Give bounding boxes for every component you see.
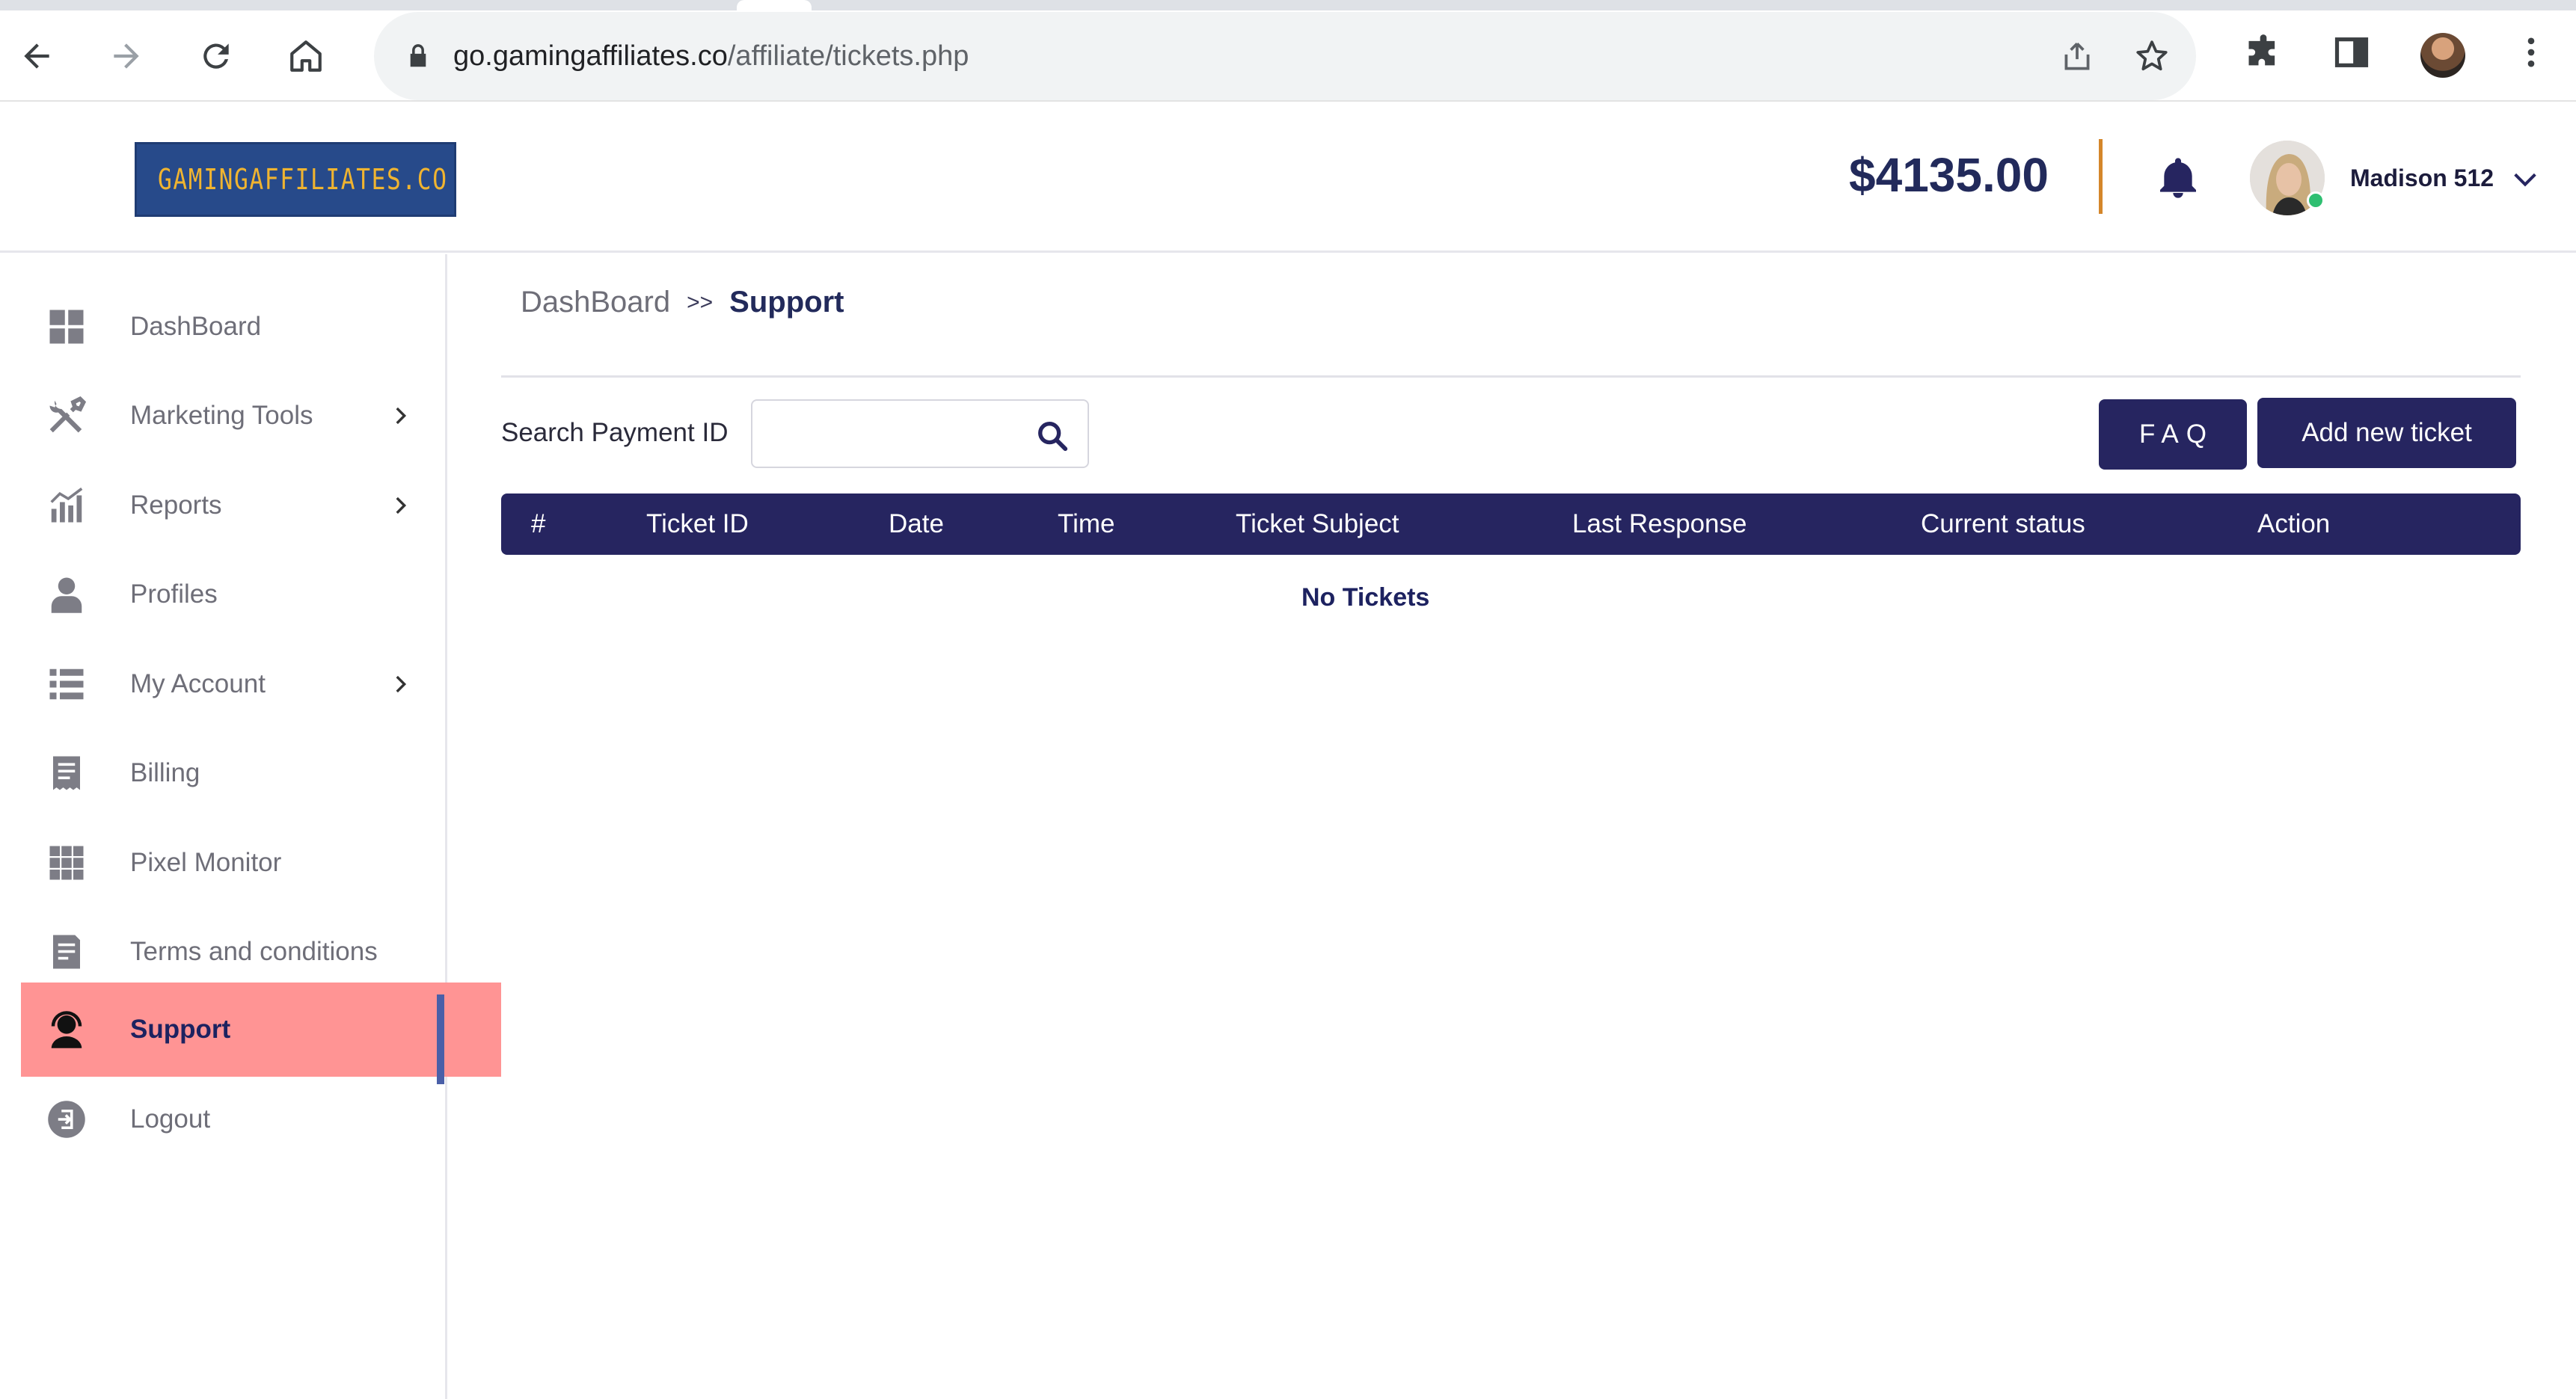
reload-icon [203, 43, 229, 69]
side-panel-icon [2334, 37, 2369, 67]
puzzle-icon [2248, 34, 2275, 66]
url-host: go.gamingaffiliates.co [453, 40, 728, 72]
star-icon[interactable] [2133, 37, 2171, 75]
url-path: /affiliate/tickets.php [727, 40, 969, 72]
empty-table-message: No Tickets [1301, 583, 1430, 612]
logout-icon [48, 1101, 85, 1138]
lock-icon [410, 44, 426, 67]
add-new-ticket-button[interactable]: Add new ticket [2257, 398, 2516, 468]
sidebar-item-label: Support [130, 1015, 231, 1044]
sidebar-item-my-account[interactable]: My Account [21, 637, 501, 731]
sidebar-item-label: DashBoard [130, 312, 262, 341]
search-label: Search Payment ID [501, 418, 729, 447]
sidebar-item-support[interactable]: Support [21, 983, 501, 1077]
chart-icon [50, 488, 83, 523]
column-header: Ticket ID [646, 509, 749, 538]
header-divider [2099, 139, 2103, 214]
content-divider [501, 375, 2521, 378]
dashboard-icon [49, 310, 84, 344]
chevron-right-icon [396, 496, 407, 514]
url-text[interactable]: go.gamingaffiliates.co/affiliate/tickets… [453, 36, 969, 76]
search-icon[interactable] [1035, 419, 1070, 453]
document-icon [53, 935, 80, 969]
receipt-icon [53, 756, 80, 790]
online-status-dot [2307, 191, 2325, 209]
sidebar-item-label: Marketing Tools [130, 401, 313, 430]
browser-profile-avatar[interactable] [2420, 33, 2465, 78]
tools-icon [49, 396, 87, 433]
column-header: Action [2257, 509, 2331, 538]
sidebar: DashBoard Marketing Tools Reports Profil… [0, 254, 501, 1399]
list-icon [49, 668, 84, 700]
search-box [751, 399, 1089, 468]
site-header: GAMINGAFFILIATES.CO $4135.00 Madison 512 [0, 103, 2576, 253]
account-balance: $4135.00 [1849, 148, 2049, 202]
column-header: Ticket Subject [1236, 509, 1399, 538]
user-icon [51, 577, 82, 613]
share-icon[interactable] [2058, 37, 2096, 75]
column-header: # [531, 509, 546, 538]
column-header: Date [889, 509, 944, 538]
browser-menu-button[interactable] [2510, 31, 2552, 73]
sidebar-item-label: Reports [130, 491, 222, 520]
bell-icon[interactable] [2154, 153, 2202, 203]
forward-arrow-icon [114, 43, 139, 69]
sidebar-item-profiles[interactable]: Profiles [21, 547, 501, 642]
sidebar-item-marketing-tools[interactable]: Marketing Tools [21, 369, 501, 463]
address-bar[interactable]: go.gamingaffiliates.co/affiliate/tickets… [374, 12, 2196, 100]
kebab-menu-icon [2527, 37, 2535, 67]
back-button[interactable] [10, 30, 63, 82]
sidebar-item-label: Profiles [130, 579, 218, 609]
chevron-right-icon [396, 407, 407, 425]
sidebar-item-label: Terms and conditions [130, 937, 378, 966]
home-button[interactable] [280, 30, 332, 82]
grid-icon [49, 846, 84, 880]
breadcrumb: DashBoard >> Support [521, 281, 844, 326]
sidebar-item-logout[interactable]: Logout [21, 1072, 501, 1166]
column-header: Time [1058, 509, 1115, 538]
active-indicator [437, 994, 444, 1084]
logo-text: GAMINGAFFILIATES.CO [158, 163, 448, 196]
sidebar-item-label: Pixel Monitor [130, 848, 282, 877]
side-panel-button[interactable] [2331, 31, 2373, 73]
search-input[interactable] [764, 413, 1019, 455]
sidebar-item-label: Billing [130, 758, 200, 787]
username[interactable]: Madison 512 [2350, 162, 2494, 194]
sidebar-item-billing[interactable]: Billing [21, 726, 501, 820]
reload-button[interactable] [190, 30, 242, 82]
active-tab[interactable] [737, 0, 812, 10]
sidebar-item-label: Logout [130, 1104, 211, 1134]
tab-strip [0, 0, 2576, 10]
column-header: Current status [1921, 509, 2085, 538]
faq-button[interactable]: FAQ [2099, 399, 2247, 470]
sidebar-item-pixel-monitor[interactable]: Pixel Monitor [21, 816, 501, 910]
home-icon [290, 40, 322, 72]
back-arrow-icon [24, 43, 49, 69]
chevron-right-icon [396, 675, 407, 693]
column-header: Last Response [1572, 509, 1747, 538]
forward-button[interactable] [100, 30, 153, 82]
sidebar-item-reports[interactable]: Reports [21, 458, 501, 553]
extensions-button[interactable] [2242, 31, 2284, 73]
breadcrumb-separator: >> [687, 290, 714, 315]
sidebar-item-dashboard[interactable]: DashBoard [21, 280, 501, 374]
headset-icon [51, 1011, 82, 1048]
tickets-table-header: # Ticket ID Date Time Ticket Subject Las… [501, 494, 2521, 555]
chevron-down-icon[interactable] [2510, 165, 2540, 194]
breadcrumb-dashboard-link[interactable]: DashBoard [521, 286, 670, 319]
site-logo[interactable]: GAMINGAFFILIATES.CO [135, 142, 456, 217]
breadcrumb-current: Support [729, 286, 844, 319]
browser-toolbar: go.gamingaffiliates.co/affiliate/tickets… [0, 0, 2576, 102]
sidebar-item-label: My Account [130, 669, 266, 698]
